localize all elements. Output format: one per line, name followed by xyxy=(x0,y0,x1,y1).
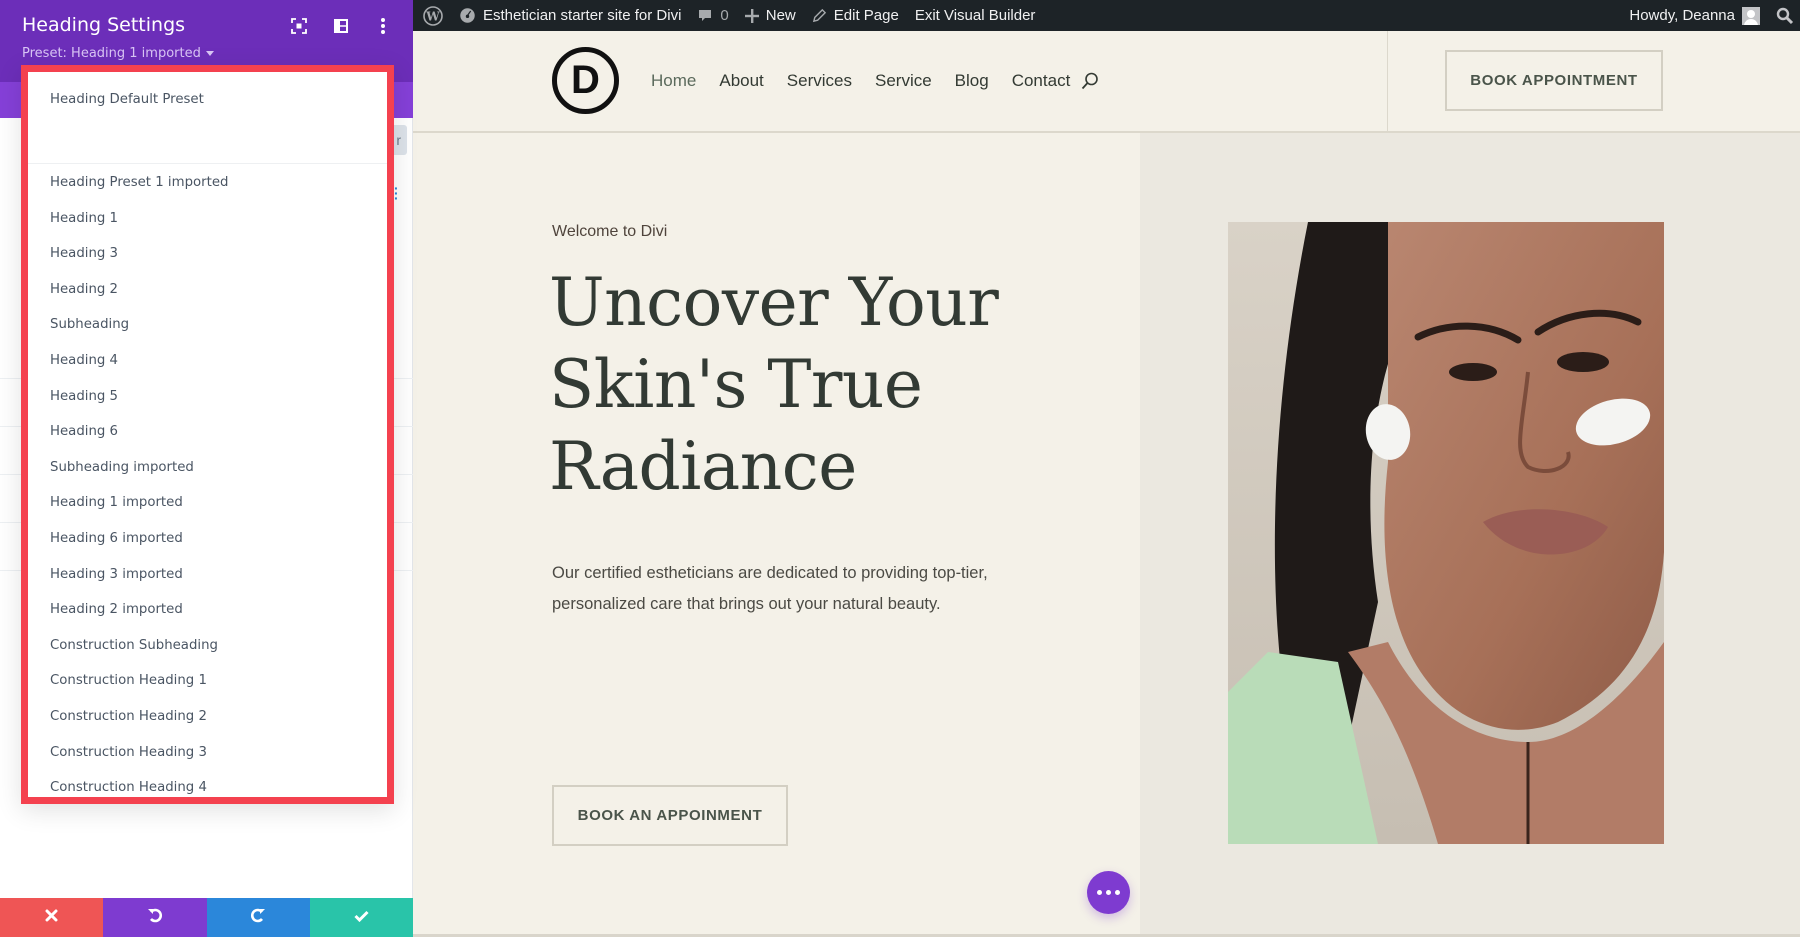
hero-paragraph: Our certified estheticians are dedicated… xyxy=(552,558,1032,620)
preset-option[interactable]: Heading 2 imported xyxy=(50,602,183,617)
preset-option[interactable]: Construction Heading 4 xyxy=(50,780,207,795)
split-view-button[interactable] xyxy=(331,18,351,38)
hero-title-line: Skin's True xyxy=(549,346,923,423)
nav-contact[interactable]: Contact xyxy=(1012,71,1071,91)
account-menu[interactable]: Howdy, Deanna xyxy=(1621,0,1768,31)
wp-admin-bar: W Esthetician starter site for Divi 0 Ne… xyxy=(413,0,1800,31)
preset-option[interactable]: Subheading imported xyxy=(50,460,194,475)
undo-button[interactable] xyxy=(103,898,207,937)
preset-option[interactable]: Heading 4 xyxy=(50,353,118,368)
hero-paragraph-line: Our certified estheticians are dedicated… xyxy=(552,564,988,582)
discard-button[interactable] xyxy=(0,898,104,937)
nav-service[interactable]: Service xyxy=(875,71,932,91)
dot xyxy=(1106,890,1111,895)
preset-option[interactable]: Heading 2 xyxy=(50,282,118,297)
pencil-icon xyxy=(812,8,827,23)
fullscreen-icon xyxy=(291,17,307,39)
edit-page-link[interactable]: Edit Page xyxy=(804,0,907,31)
preset-option[interactable]: Heading 3 imported xyxy=(50,567,183,582)
main-nav: Home About Services Service Blog Contact xyxy=(651,31,1099,131)
preset-option-default[interactable]: Heading Default Preset xyxy=(50,92,204,107)
comments-count: 0 xyxy=(720,7,729,24)
greeting: Howdy, Deanna xyxy=(1629,7,1735,24)
preset-label: Preset: Heading 1 imported xyxy=(22,46,201,61)
check-icon xyxy=(354,909,369,927)
preset-option[interactable]: Heading 6 xyxy=(50,424,118,439)
preset-option[interactable]: Subheading xyxy=(50,317,129,332)
split-view-icon xyxy=(334,18,348,38)
edit-page-label: Edit Page xyxy=(833,7,899,24)
redo-icon xyxy=(250,907,266,928)
dot xyxy=(1097,890,1102,895)
preset-option[interactable]: Construction Heading 3 xyxy=(50,745,207,760)
close-icon xyxy=(45,909,58,927)
preset-selector[interactable]: Preset: Heading 1 imported xyxy=(22,46,214,61)
caret-down-icon xyxy=(205,46,214,61)
comment-icon xyxy=(697,8,713,24)
kebab-icon xyxy=(381,17,385,39)
wordpress-icon: W xyxy=(423,5,443,26)
app-root: W Esthetician starter site for Divi 0 Ne… xyxy=(0,0,1800,937)
comments-link[interactable]: 0 xyxy=(689,0,736,31)
wp-logo-button[interactable]: W xyxy=(413,0,451,31)
preset-option[interactable]: Heading 5 xyxy=(50,389,118,404)
preset-option[interactable]: Heading Preset 1 imported xyxy=(50,175,228,190)
logo-letter: D xyxy=(571,58,600,102)
nav-home[interactable]: Home xyxy=(651,71,696,91)
nav-blog[interactable]: Blog xyxy=(955,71,989,91)
hero-eyebrow: Welcome to Divi xyxy=(552,223,668,240)
book-appointment-hero-button[interactable]: BOOK AN APPOINMENT xyxy=(552,785,788,846)
preset-option[interactable]: Construction Heading 2 xyxy=(50,709,207,724)
preset-option[interactable]: Heading 1 imported xyxy=(50,495,183,510)
hero-title-line: Uncover Your xyxy=(549,264,999,341)
redo-button[interactable] xyxy=(206,898,310,937)
hero-title: Uncover Your Skin's True Radiance xyxy=(549,262,1109,508)
admin-search-button[interactable] xyxy=(1768,0,1800,31)
more-options-button[interactable] xyxy=(373,17,393,39)
new-label: New xyxy=(765,7,796,24)
builder-options-button[interactable] xyxy=(1087,871,1130,914)
preset-option[interactable]: Heading 3 xyxy=(50,246,118,261)
avatar xyxy=(1742,6,1760,25)
sidebar-footer xyxy=(0,898,413,937)
nav-about[interactable]: About xyxy=(719,71,763,91)
nav-services[interactable]: Services xyxy=(787,71,852,91)
fullscreen-button[interactable] xyxy=(289,17,309,39)
obscured-label: r xyxy=(396,132,401,148)
new-content-button[interactable]: New xyxy=(737,0,804,31)
preset-option[interactable]: Construction Subheading xyxy=(50,638,218,653)
nav-search-icon[interactable] xyxy=(1081,72,1099,90)
default-preset-section: Heading Default Preset xyxy=(28,72,387,164)
site-header: D Home About Services Service Blog Conta… xyxy=(413,31,1800,133)
book-appointment-header-button[interactable]: BOOK APPOINTMENT xyxy=(1445,50,1663,111)
search-icon xyxy=(1776,7,1794,25)
obscured-kebab-icon[interactable]: · · · xyxy=(394,181,399,205)
save-button[interactable] xyxy=(309,898,413,937)
plus-icon xyxy=(744,8,759,23)
exit-visual-builder-label: Exit Visual Builder xyxy=(914,7,1036,24)
undo-icon xyxy=(147,907,163,928)
hero-title-line: Radiance xyxy=(549,428,857,505)
preset-dropdown: Heading Default Preset Heading Preset 1 … xyxy=(21,65,394,804)
dashboard-icon xyxy=(459,7,476,24)
svg-text:W: W xyxy=(425,9,440,23)
exit-visual-builder-link[interactable]: Exit Visual Builder xyxy=(907,0,1044,31)
preset-option[interactable]: Heading 1 xyxy=(50,211,118,226)
site-name: Esthetician starter site for Divi xyxy=(483,7,682,24)
site-logo[interactable]: D xyxy=(552,47,619,114)
preset-option[interactable]: Construction Heading 1 xyxy=(50,673,207,688)
header-divider xyxy=(1387,31,1388,131)
hero-paragraph-line: personalized care that brings out your n… xyxy=(552,595,941,613)
hero-image xyxy=(1228,222,1664,844)
sidebar-title: Heading Settings xyxy=(22,14,186,36)
dot xyxy=(1115,890,1120,895)
site-name-link[interactable]: Esthetician starter site for Divi xyxy=(451,0,689,31)
preset-option[interactable]: Heading 6 imported xyxy=(50,531,183,546)
